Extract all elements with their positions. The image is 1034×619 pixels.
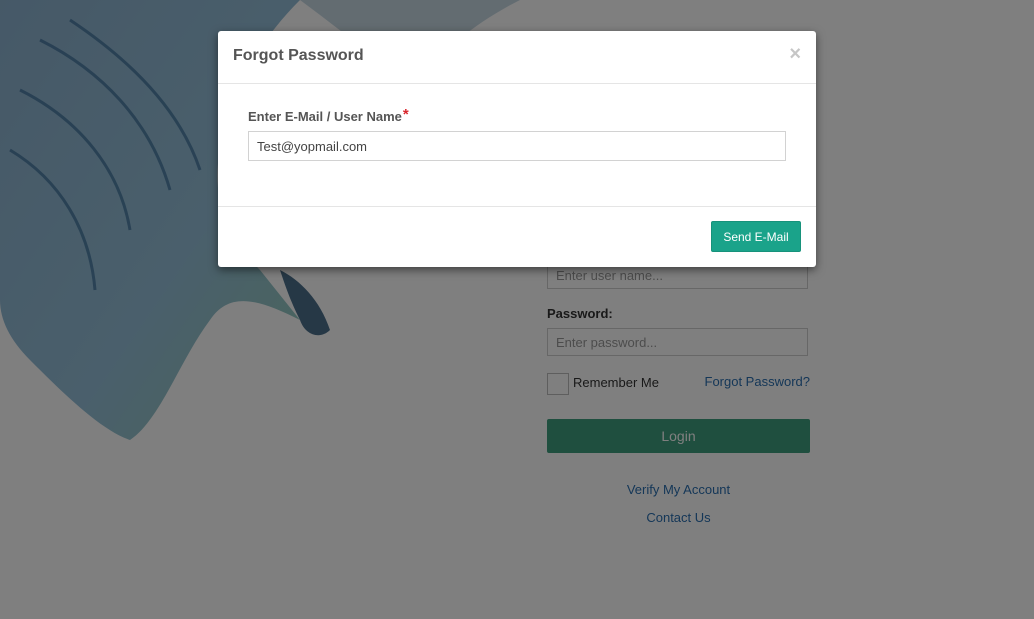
close-icon[interactable]: × xyxy=(789,44,801,64)
email-username-label-text: Enter E-Mail / User Name xyxy=(248,109,402,124)
modal-title: Forgot Password xyxy=(233,47,364,64)
required-indicator: * xyxy=(402,106,409,123)
modal-body: Enter E-Mail / User Name* xyxy=(218,84,816,206)
email-username-label: Enter E-Mail / User Name* xyxy=(248,106,409,125)
modal-footer: Send E-Mail xyxy=(218,206,816,268)
email-username-input[interactable] xyxy=(248,131,786,161)
forgot-password-modal: Forgot Password × Enter E-Mail / User Na… xyxy=(218,31,816,267)
send-email-button[interactable]: Send E-Mail xyxy=(711,221,801,252)
modal-header: Forgot Password × xyxy=(218,31,816,84)
